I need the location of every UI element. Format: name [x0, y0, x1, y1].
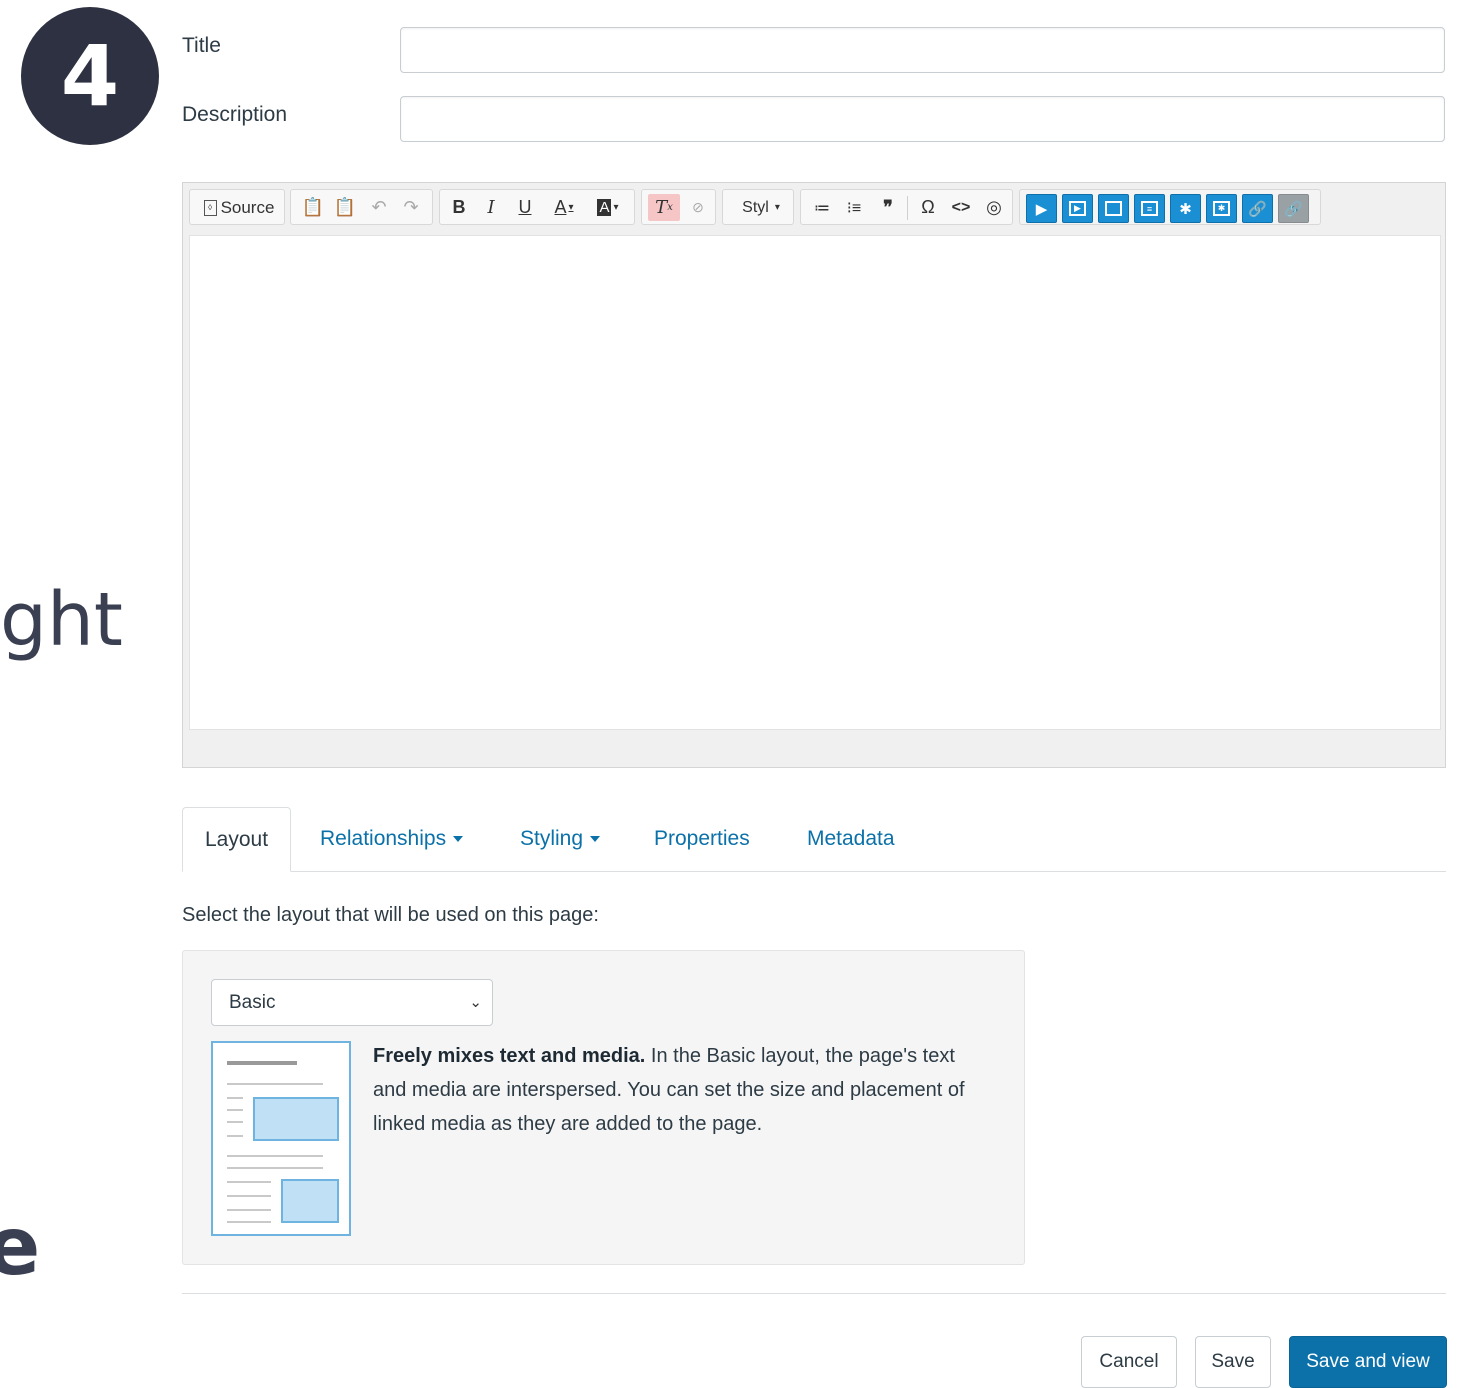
tab-metadata[interactable]: Metadata	[807, 807, 895, 871]
layout-select-value: Basic	[229, 991, 276, 1013]
toolbar-group-clean: Tx ⊘	[641, 189, 716, 225]
background-text-fragment: ght	[0, 577, 123, 663]
redo-icon[interactable]: ↷	[397, 194, 425, 221]
rich-text-editor: ◊ Source 📋 📋 ↶ ↷ B I U A ▾ A ▾ Tx ⊘ Styl ▾ …	[182, 182, 1446, 768]
italic-icon[interactable]: I	[478, 194, 504, 221]
puzzle-icon[interactable]: ✱	[1170, 194, 1201, 223]
tab-bar: Layout Relationships Styling Properties …	[182, 807, 1446, 872]
background-text-fragment: e	[0, 1200, 41, 1293]
toolbar-group-source: ◊ Source	[189, 189, 285, 225]
title-input[interactable]	[400, 27, 1445, 73]
editor-toolbar: ◊ Source 📋 📋 ↶ ↷ B I U A ▾ A ▾ Tx ⊘ Styl ▾ …	[189, 189, 1439, 225]
styles-dropdown[interactable]: Styl ▾	[733, 194, 789, 221]
source-label: Source	[220, 197, 275, 217]
chevron-down-icon: ⌄	[469, 994, 482, 1011]
code-icon[interactable]: <>	[947, 194, 975, 221]
tab-properties[interactable]: Properties	[654, 807, 750, 871]
layout-prompt: Select the layout that will be used on t…	[182, 904, 599, 926]
unlink-icon[interactable]: ⊘	[684, 194, 712, 221]
chevron-down-icon	[590, 836, 601, 842]
blockquote-icon[interactable]: ❞	[875, 194, 901, 221]
toolbar-group-clipboard: 📋 📋 ↶ ↷	[290, 189, 433, 225]
undo-icon[interactable]: ↶	[365, 194, 393, 221]
cancel-button[interactable]: Cancel	[1081, 1336, 1177, 1388]
video-frame-icon[interactable]: ▶	[1062, 194, 1093, 223]
underline-icon[interactable]: U	[512, 194, 538, 221]
document-icon: ◊	[203, 199, 217, 216]
embed-page-icon[interactable]: ≡	[1134, 194, 1165, 223]
title-label: Title	[182, 34, 221, 57]
source-button[interactable]: ◊ Source	[198, 194, 280, 221]
step-number-badge: 4	[21, 7, 159, 145]
monitor-icon[interactable]	[1098, 194, 1129, 223]
toolbar-group-formatting: B I U A ▾ A ▾	[439, 189, 635, 225]
tab-styling[interactable]: Styling	[520, 807, 601, 871]
description-input[interactable]	[400, 96, 1445, 142]
description-label: Description	[182, 103, 288, 126]
link-icon[interactable]: 🔗	[1242, 194, 1273, 223]
bulleted-list-icon[interactable]: ⁝≡	[841, 194, 867, 221]
tab-relationships[interactable]: Relationships	[320, 807, 464, 871]
play-media-icon[interactable]: ▶	[1026, 194, 1057, 223]
toolbar-group-styles: Styl ▾	[722, 189, 794, 225]
layout-description-heading: Freely mixes text and media.	[373, 1045, 646, 1067]
save-button[interactable]: Save	[1195, 1336, 1271, 1388]
save-and-view-button[interactable]: Save and view	[1289, 1336, 1447, 1388]
special-char-icon[interactable]: Ω	[915, 194, 941, 221]
layout-preview-thumbnail	[211, 1041, 351, 1236]
chevron-down-icon	[453, 836, 464, 842]
toolbar-group-blocks: ≔ ⁝≡ ❞ Ω <> ◎	[800, 189, 1013, 225]
bold-icon[interactable]: B	[446, 194, 472, 221]
toolbar-group-media: ▶ ▶ ≡ ✱ ✱ 🔗 🔗	[1019, 189, 1321, 225]
step-number: 4	[60, 27, 120, 125]
unlink-media-icon[interactable]: 🔗	[1278, 194, 1309, 223]
paste-word-icon[interactable]: 📋	[331, 194, 359, 221]
numbered-list-icon[interactable]: ≔	[809, 194, 835, 221]
remove-format-icon[interactable]: Tx	[648, 194, 680, 221]
toolbar-separator	[907, 196, 908, 220]
layout-description: Freely mixes text and media. In the Basi…	[373, 1039, 983, 1141]
layout-select[interactable]: Basic ⌄	[211, 979, 493, 1026]
layout-panel: Basic ⌄ Freely mixes text and media. In …	[182, 950, 1025, 1265]
text-color-icon[interactable]: A ▾	[548, 194, 580, 221]
insert-image-icon[interactable]: ✱	[1206, 194, 1237, 223]
editor-content-area[interactable]	[189, 235, 1441, 730]
tab-layout[interactable]: Layout	[182, 807, 292, 872]
paste-text-icon[interactable]: 📋	[299, 194, 327, 221]
footer-divider	[182, 1293, 1446, 1294]
globe-icon[interactable]: ◎	[981, 194, 1007, 221]
background-color-icon[interactable]: A ▾	[592, 194, 624, 221]
